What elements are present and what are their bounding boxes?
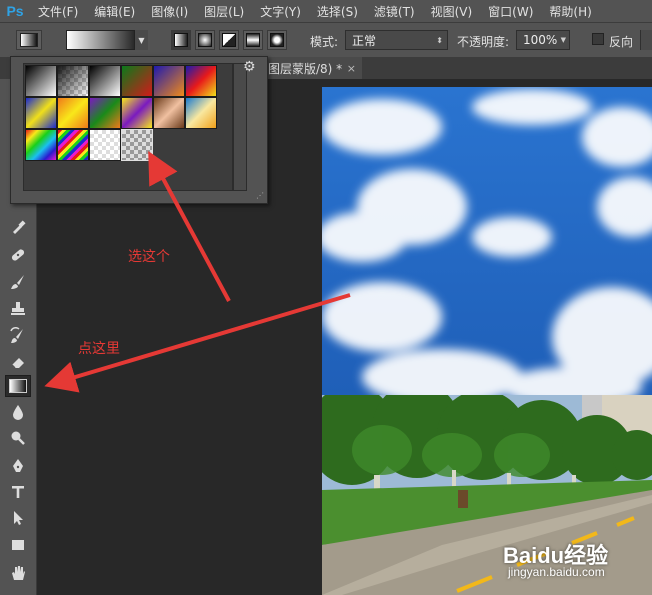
pen-tool[interactable] bbox=[5, 455, 31, 477]
pen-icon bbox=[13, 459, 23, 472]
zoom-icon bbox=[11, 431, 25, 445]
resize-grip-icon[interactable]: ⋰ bbox=[256, 191, 264, 200]
healing-brush-icon bbox=[11, 249, 25, 261]
reflected-gradient-icon bbox=[246, 33, 260, 47]
menu-filter[interactable]: 滤镜(T) bbox=[366, 3, 423, 20]
brush-tool[interactable] bbox=[5, 271, 31, 293]
menu-window[interactable]: 窗口(W) bbox=[480, 3, 541, 20]
diamond-gradient-button[interactable] bbox=[267, 30, 287, 50]
gradient-tool-icon bbox=[9, 379, 27, 393]
gradient-swatch-bg[interactable] bbox=[89, 65, 121, 97]
annotation-click-here: 点这里 bbox=[78, 341, 120, 357]
drop-icon bbox=[13, 405, 23, 420]
type-tool[interactable] bbox=[5, 481, 31, 503]
sky-image bbox=[322, 87, 652, 407]
healing-brush-tool[interactable] bbox=[5, 244, 31, 266]
mode-value: 正常 bbox=[352, 33, 377, 48]
radial-gradient-button[interactable] bbox=[195, 30, 215, 50]
opacity-label: 不透明度: bbox=[457, 35, 510, 49]
reflected-gradient-button[interactable] bbox=[243, 30, 263, 50]
history-brush-tool[interactable] bbox=[5, 325, 31, 347]
gradient-tool-icon bbox=[20, 33, 38, 47]
reverse-checkbox[interactable] bbox=[592, 33, 604, 45]
menu-bar: Ps 文件(F) 编辑(E) 图像(I) 图层(L) 文字(Y) 选择(S) 滤… bbox=[0, 0, 652, 22]
gradient-swatch-transparent-rainbow[interactable] bbox=[57, 129, 89, 161]
gradient-swatch-blue-red-yellow[interactable] bbox=[185, 65, 217, 97]
gradient-swatch-copper[interactable] bbox=[153, 97, 185, 129]
linear-gradient-button[interactable] bbox=[171, 30, 191, 50]
eyedropper-icon bbox=[13, 220, 26, 234]
options-overflow[interactable] bbox=[640, 30, 652, 50]
opacity-input[interactable]: 100% ▼ bbox=[516, 30, 570, 50]
document-tab[interactable]: 图层蒙版/8) * × bbox=[262, 57, 362, 79]
eyedropper-tool[interactable] bbox=[5, 216, 31, 238]
blur-tool[interactable] bbox=[5, 401, 31, 423]
reverse-label: 反向 bbox=[609, 35, 634, 49]
gradient-swatch-transparent-stripes[interactable] bbox=[89, 129, 121, 161]
gradient-swatch-orange-yellow-orange[interactable] bbox=[57, 97, 89, 129]
hand-icon bbox=[12, 566, 25, 580]
gradient-dropdown-arrow[interactable]: ▼ bbox=[134, 30, 148, 50]
brush-icon bbox=[11, 275, 24, 289]
stamp-icon bbox=[11, 302, 25, 315]
gradient-tool[interactable] bbox=[5, 375, 31, 397]
mode-select[interactable]: 正常 ⬍ bbox=[345, 30, 448, 50]
gradient-picker-scrollbar[interactable] bbox=[233, 63, 247, 191]
gradient-swatch-neutral-density[interactable] bbox=[121, 129, 153, 161]
path-selection-tool[interactable] bbox=[5, 507, 31, 529]
hand-tool[interactable] bbox=[5, 562, 31, 584]
menu-type[interactable]: 文字(Y) bbox=[252, 3, 309, 20]
path-select-icon bbox=[14, 511, 23, 525]
menu-help[interactable]: 帮助(H) bbox=[541, 3, 599, 20]
history-brush-icon bbox=[10, 327, 23, 343]
angle-gradient-icon bbox=[222, 33, 236, 47]
ps-logo: Ps bbox=[6, 3, 24, 19]
radial-gradient-icon bbox=[198, 33, 212, 47]
gradient-swatch-violet-orange[interactable] bbox=[153, 65, 185, 97]
clone-stamp-tool[interactable] bbox=[5, 298, 31, 320]
gradient-picker-panel: ⚙ ⋰ bbox=[10, 56, 268, 204]
menu-file[interactable]: 文件(F) bbox=[30, 3, 86, 20]
up-down-arrow-icon: ⬍ bbox=[436, 35, 443, 45]
linear-gradient-icon bbox=[174, 33, 188, 47]
sky-clouds bbox=[322, 87, 652, 407]
document-canvas[interactable] bbox=[322, 87, 652, 595]
annotation-select-this: 选这个 bbox=[128, 249, 170, 265]
gear-icon[interactable]: ⚙ bbox=[243, 59, 256, 75]
menu-view[interactable]: 视图(V) bbox=[423, 3, 481, 20]
menu-image[interactable]: 图像(I) bbox=[143, 3, 196, 20]
type-icon bbox=[12, 486, 24, 498]
gradient-swatch-spectrum[interactable] bbox=[25, 129, 57, 161]
gradient-swatch-yellow-violet-orange-blue[interactable] bbox=[121, 97, 153, 129]
eraser-tool[interactable] bbox=[5, 351, 31, 373]
rectangle-icon bbox=[12, 540, 24, 550]
menu-edit[interactable]: 编辑(E) bbox=[86, 3, 143, 20]
diamond-gradient-icon bbox=[270, 33, 284, 47]
chevron-down-icon: ▼ bbox=[560, 36, 566, 44]
menu-select[interactable]: 选择(S) bbox=[309, 3, 366, 20]
eraser-icon bbox=[11, 358, 24, 369]
rectangle-tool[interactable] bbox=[5, 534, 31, 556]
close-icon[interactable]: × bbox=[347, 62, 356, 75]
gradient-swatch-fg-transparent[interactable] bbox=[57, 65, 89, 97]
gradient-swatch-red-green[interactable] bbox=[121, 65, 153, 97]
angle-gradient-button[interactable] bbox=[219, 30, 239, 50]
opacity-value: 100% bbox=[523, 33, 558, 47]
dodge-tool[interactable] bbox=[5, 427, 31, 449]
watermark-url: jingyan.baidu.com bbox=[508, 565, 605, 579]
gradient-swatch-black-white[interactable] bbox=[25, 65, 57, 97]
mode-label: 模式: bbox=[310, 35, 339, 49]
menu-layer[interactable]: 图层(L) bbox=[196, 3, 252, 20]
tool-preset-picker[interactable] bbox=[16, 30, 42, 50]
document-title: 图层蒙版/8) * bbox=[268, 61, 343, 76]
gradient-swatch-blue-yellow-blue[interactable] bbox=[25, 97, 57, 129]
gradient-swatch-grid bbox=[23, 63, 233, 191]
chevron-down-icon: ▼ bbox=[138, 35, 145, 45]
gradient-swatch-chrome[interactable] bbox=[185, 97, 217, 129]
options-bar: ▼ 模式: 正常 ⬍ 不透明度: 100% ▼ 反向 bbox=[0, 22, 652, 58]
gradient-swatch-violet-green-orange[interactable] bbox=[89, 97, 121, 129]
